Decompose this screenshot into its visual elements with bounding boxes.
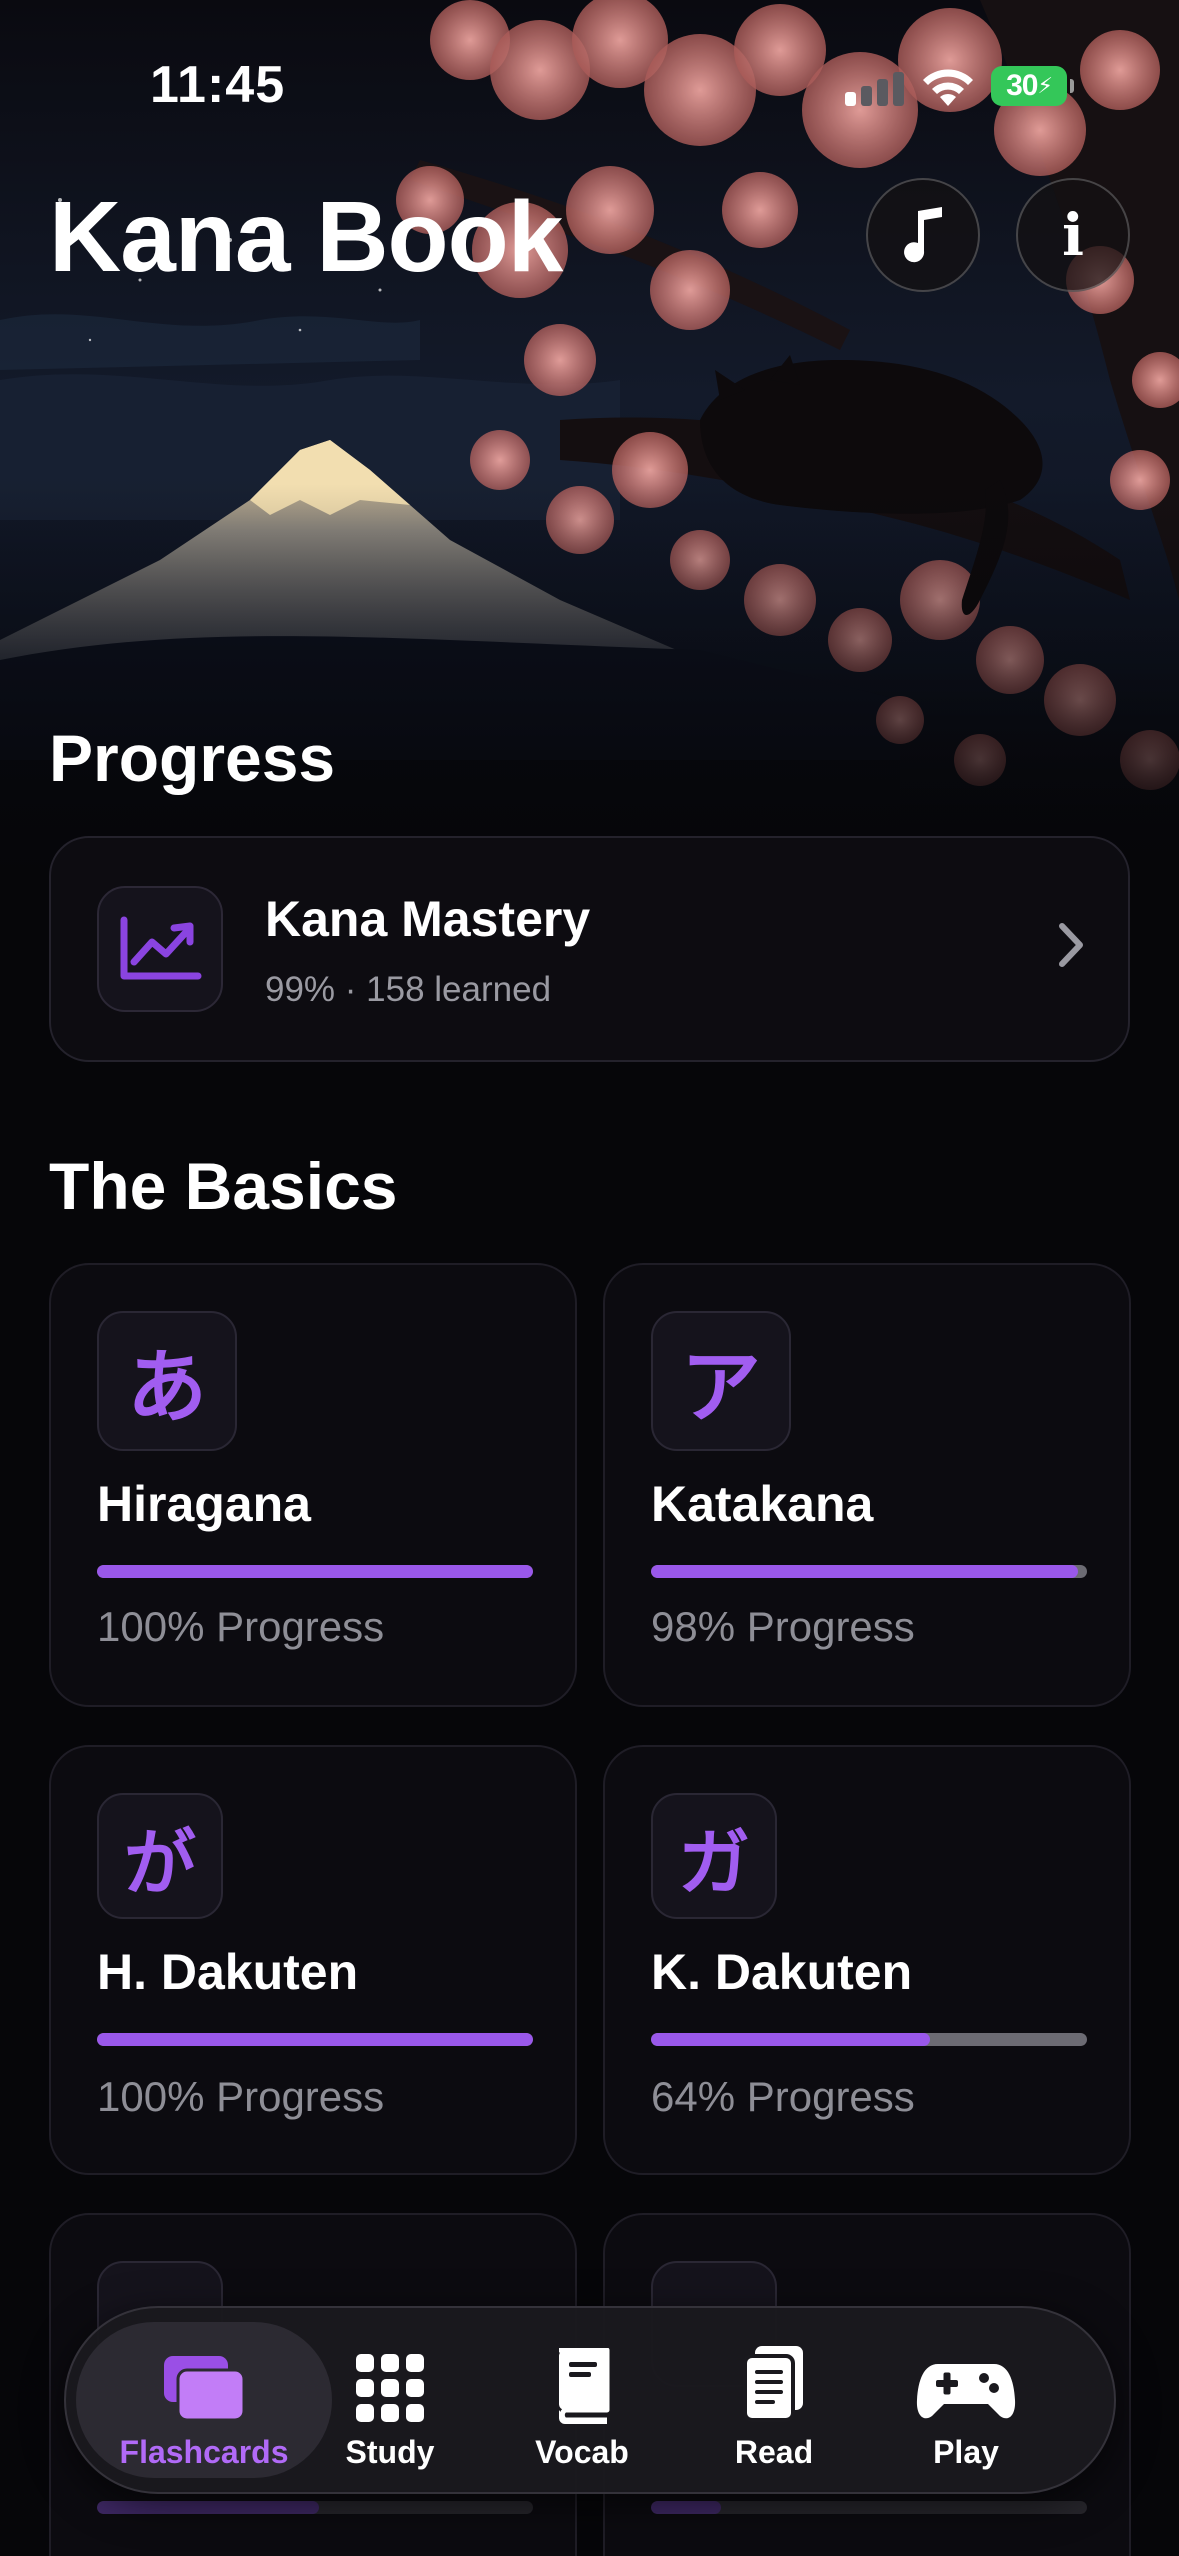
- katakana-card[interactable]: ア Katakana 98% Progress: [603, 1263, 1131, 1707]
- book-icon: [551, 2344, 613, 2424]
- tab-label: Flashcards: [119, 2434, 289, 2470]
- progress-fill: [97, 2501, 320, 2514]
- kana-card-name: Hiragana: [97, 1476, 311, 1532]
- progress-label: 100% Progress: [97, 2073, 385, 2120]
- chevron-right-icon: [1059, 923, 1083, 967]
- status-time: 11:45: [150, 56, 286, 114]
- progress-fill: [97, 1565, 533, 1578]
- wifi-icon: [923, 69, 973, 106]
- tab-label: Read: [734, 2434, 814, 2470]
- progress-label: 64% Progress: [651, 2073, 915, 2120]
- battery-icon: 30 ⚡: [991, 66, 1074, 106]
- screen: 11:45 30 ⚡ Kana Book i Progress Kana Mas…: [0, 0, 1179, 2556]
- music-note-icon: [904, 207, 942, 263]
- progress-label: 100% Progress: [97, 1603, 385, 1650]
- progress-bar: [651, 1565, 1087, 1578]
- cellular-signal-icon: [845, 72, 905, 106]
- progress-fill: [651, 2501, 721, 2514]
- katakana-dakuten-card[interactable]: ガ K. Dakuten 64% Progress: [603, 1745, 1131, 2175]
- progress-bar: [651, 2033, 1087, 2046]
- tab-label: Play: [933, 2434, 999, 2470]
- kana-glyph: あ: [97, 1311, 237, 1451]
- hiragana-dakuten-card[interactable]: が H. Dakuten 100% Progress: [49, 1745, 577, 2175]
- hiragana-card[interactable]: あ Hiragana 100% Progress: [49, 1263, 577, 1707]
- info-icon: i: [1061, 201, 1085, 269]
- music-button[interactable]: [866, 178, 980, 292]
- progress-bar: [97, 1565, 533, 1578]
- tab-read[interactable]: Read: [684, 2308, 864, 2492]
- kana-card-name: H. Dakuten: [97, 1944, 359, 2000]
- mastery-name: Kana Mastery: [265, 891, 591, 947]
- progress-fill: [651, 2033, 931, 2046]
- progress-bar: [97, 2033, 533, 2046]
- tab-label: Study: [345, 2434, 435, 2470]
- tab-bar: Flashcards Study Vocab Read Play: [64, 2306, 1116, 2494]
- kana-glyph: ア: [651, 1311, 791, 1451]
- progress-fill: [651, 1565, 1079, 1578]
- tab-label: Vocab: [535, 2434, 629, 2470]
- tab-vocab[interactable]: Vocab: [492, 2308, 672, 2492]
- progress-label: 98% Progress: [651, 1603, 915, 1650]
- chart-trend-icon: [97, 886, 223, 1012]
- mastery-subtitle: 99% · 158 learned: [265, 970, 552, 1009]
- document-icon: [741, 2344, 807, 2424]
- basics-section-title: The Basics: [49, 1149, 398, 1223]
- gamepad-icon: [916, 2344, 1016, 2424]
- kana-card-name: Katakana: [651, 1476, 874, 1532]
- progress-section-title: Progress: [49, 721, 336, 795]
- app-title: Kana Book: [49, 181, 563, 293]
- kana-card-name: K. Dakuten: [651, 1944, 913, 2000]
- tab-study[interactable]: Study: [300, 2308, 480, 2492]
- kana-glyph: が: [97, 1793, 223, 1919]
- cards-icon: [160, 2344, 248, 2424]
- kana-mastery-card[interactable]: Kana Mastery 99% · 158 learned: [49, 836, 1130, 1062]
- progress-bar: [651, 2501, 1087, 2514]
- battery-level: 30: [1006, 69, 1038, 102]
- tab-flashcards[interactable]: Flashcards: [114, 2308, 294, 2492]
- tab-play[interactable]: Play: [876, 2308, 1056, 2492]
- info-button[interactable]: i: [1016, 178, 1130, 292]
- progress-bar: [97, 2501, 533, 2514]
- kana-glyph: ガ: [651, 1793, 777, 1919]
- progress-fill: [97, 2033, 533, 2046]
- grid-icon: [354, 2344, 426, 2424]
